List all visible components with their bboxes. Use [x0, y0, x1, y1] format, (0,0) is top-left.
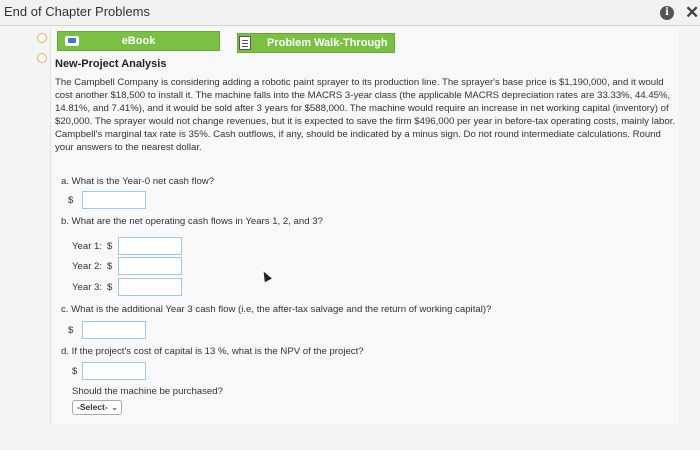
- question-c: c. What is the additional Year 3 cash fl…: [61, 304, 492, 315]
- year3-cashflow-input[interactable]: [118, 278, 182, 296]
- problem-text: The Campbell Company is considering addi…: [55, 77, 676, 154]
- radio-option-2[interactable]: [37, 53, 47, 63]
- question-a-currency: $: [68, 195, 74, 206]
- year2-currency: $: [107, 261, 113, 272]
- close-icon[interactable]: ✕: [685, 3, 699, 23]
- title-bar: End of Chapter Problems i ✕: [0, 0, 700, 26]
- ebook-button[interactable]: eBook: [57, 31, 220, 51]
- year3-additional-cashflow-input[interactable]: [82, 321, 146, 339]
- question-d: d. If the project's cost of capital is 1…: [61, 346, 364, 357]
- purchase-select[interactable]: -Select- ⌄: [72, 400, 122, 415]
- question-d-currency: $: [72, 366, 78, 377]
- problem-heading: New-Project Analysis: [55, 58, 167, 70]
- ebook-icon: [65, 36, 79, 46]
- year1-currency: $: [107, 241, 113, 252]
- chevron-down-icon: ⌄: [111, 403, 118, 412]
- year2-cashflow-input[interactable]: [118, 257, 182, 275]
- radio-option-1[interactable]: [37, 33, 47, 43]
- year2-label: Year 2:: [72, 261, 103, 272]
- info-icon[interactable]: i: [660, 6, 674, 20]
- purchase-question: Should the machine be purchased?: [72, 386, 223, 397]
- document-icon: [239, 36, 251, 50]
- purchase-select-value: -Select-: [77, 402, 108, 412]
- problem-walkthrough-button[interactable]: Problem Walk-Through: [237, 33, 395, 53]
- question-c-currency: $: [68, 325, 74, 336]
- question-a: a. What is the Year-0 net cash flow?: [61, 176, 215, 187]
- window-title: End of Chapter Problems: [4, 4, 150, 19]
- year3-currency: $: [107, 282, 113, 293]
- walkthrough-button-label: Problem Walk-Through: [267, 37, 388, 49]
- year3-label: Year 3:: [72, 282, 103, 293]
- year0-cashflow-input[interactable]: [82, 191, 146, 209]
- year1-label: Year 1:: [72, 241, 103, 252]
- year1-cashflow-input[interactable]: [118, 237, 182, 255]
- ebook-button-label: eBook: [121, 35, 156, 47]
- npv-input[interactable]: [82, 362, 146, 380]
- question-b: b. What are the net operating cash flows…: [61, 216, 323, 227]
